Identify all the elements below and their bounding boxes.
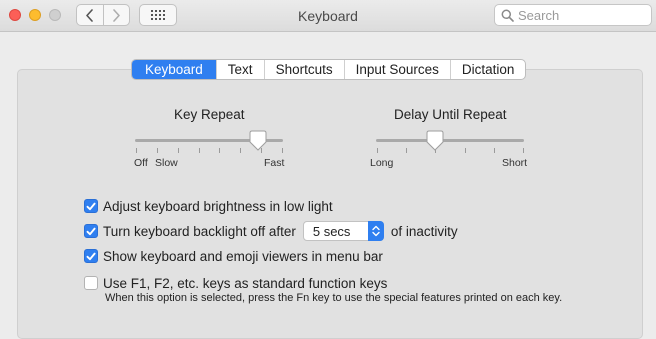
updown-chevron-icon bbox=[367, 221, 384, 241]
tab-shortcuts[interactable]: Shortcuts bbox=[263, 60, 344, 79]
slider-tick bbox=[465, 148, 466, 153]
delay-until-repeat-slider-knob[interactable] bbox=[426, 130, 444, 151]
checkmark-icon bbox=[86, 252, 96, 260]
function-keys-note: When this option is selected, press the … bbox=[105, 292, 563, 304]
key-repeat-fast-label: Fast bbox=[264, 157, 285, 169]
key-repeat-label: Key Repeat bbox=[174, 107, 245, 122]
slider-tick bbox=[178, 148, 179, 153]
slider-tick bbox=[282, 148, 283, 153]
inactivity-label: of inactivity bbox=[390, 223, 458, 239]
function-keys-label: Use F1, F2, etc. keys as standard functi… bbox=[103, 275, 388, 291]
slider-tick bbox=[494, 148, 495, 153]
adjust-brightness-checkbox[interactable] bbox=[84, 199, 98, 213]
delay-long-label: Long bbox=[370, 157, 394, 169]
checkmark-icon bbox=[86, 202, 96, 210]
key-repeat-off-label: Off bbox=[134, 157, 148, 169]
search-icon bbox=[501, 9, 514, 22]
delay-until-repeat-label: Delay Until Repeat bbox=[394, 107, 507, 122]
checkmark-icon bbox=[86, 227, 96, 235]
slider-tick bbox=[240, 148, 241, 153]
tab-keyboard[interactable]: Keyboard bbox=[132, 60, 216, 79]
delay-until-repeat-track[interactable] bbox=[376, 139, 524, 142]
slider-tick bbox=[157, 148, 158, 153]
backlight-off-checkbox[interactable] bbox=[84, 224, 98, 238]
function-keys-checkbox[interactable] bbox=[84, 276, 98, 290]
slider-tick bbox=[136, 148, 137, 153]
tab-text[interactable]: Text bbox=[215, 60, 264, 79]
delay-short-label: Short bbox=[502, 157, 528, 169]
key-repeat-slow-label: Slow bbox=[155, 157, 178, 169]
adjust-brightness-option[interactable]: Adjust keyboard brightness in low light bbox=[84, 197, 333, 215]
adjust-brightness-label: Adjust keyboard brightness in low light bbox=[103, 198, 333, 214]
backlight-timeout-value: 5 secs bbox=[312, 223, 351, 239]
show-viewers-option[interactable]: Show keyboard and emoji viewers in menu … bbox=[84, 247, 383, 265]
backlight-timeout-select[interactable]: 5 secs bbox=[302, 221, 384, 241]
slider-tick bbox=[377, 148, 378, 153]
tab-bar: Keyboard Text Shortcuts Input Sources Di… bbox=[131, 59, 527, 80]
show-viewers-checkbox[interactable] bbox=[84, 249, 98, 263]
backlight-off-label: Turn keyboard backlight off after bbox=[103, 223, 296, 239]
search-field[interactable] bbox=[494, 4, 652, 26]
search-input[interactable] bbox=[518, 7, 638, 23]
show-viewers-label: Show keyboard and emoji viewers in menu … bbox=[103, 248, 383, 264]
slider-tick bbox=[406, 148, 407, 153]
tab-input-sources[interactable]: Input Sources bbox=[343, 60, 450, 79]
title-bar: Keyboard bbox=[0, 0, 656, 32]
backlight-off-option[interactable]: Turn keyboard backlight off after 5 secs… bbox=[84, 221, 458, 241]
function-keys-option[interactable]: Use F1, F2, etc. keys as standard functi… bbox=[84, 274, 387, 292]
slider-tick bbox=[219, 148, 220, 153]
tab-dictation[interactable]: Dictation bbox=[449, 60, 526, 79]
key-repeat-slider-knob[interactable] bbox=[249, 130, 267, 151]
slider-tick bbox=[523, 148, 524, 153]
slider-tick bbox=[199, 148, 200, 153]
